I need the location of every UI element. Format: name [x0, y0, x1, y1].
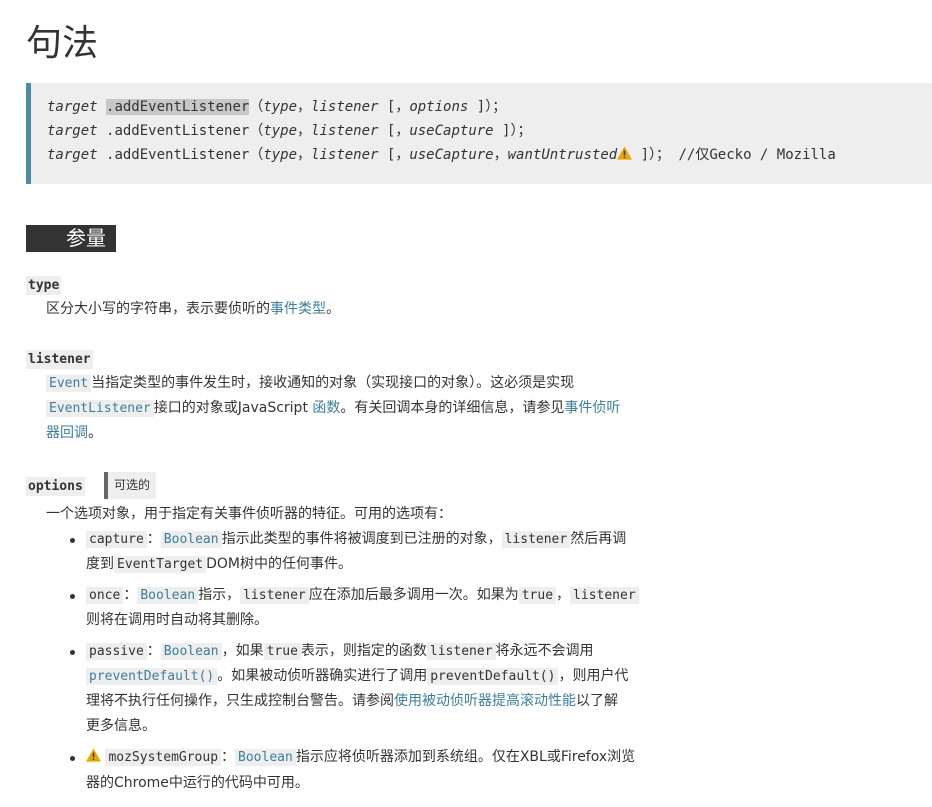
type-description: 区分大小写的字符串，表示要侦听的事件类型。	[46, 301, 340, 317]
event-types-link[interactable]: 事件类型	[270, 301, 326, 317]
method-highlight: .addEventListener	[106, 99, 250, 115]
option-capture: capture： Boolean 指示此类型的事件将被调度到已注册的对象， liste…	[68, 527, 698, 577]
boolean-link[interactable]: Boolean	[160, 531, 222, 548]
option-once: once： Boolean 指示， listener 应在添加后最多调用一次。如果为 tr…	[68, 583, 698, 633]
params-heading: 参量	[26, 225, 116, 252]
options-intro: 一个选项对象，用于指定有关事件侦听器的特征。可用的选项有：	[46, 506, 452, 522]
event-link[interactable]: Event	[46, 375, 92, 392]
boolean-link[interactable]: Boolean	[160, 643, 222, 660]
syntax-box: target .addEventListener（type，listener […	[26, 83, 932, 184]
syntax-line-3: target .addEventListener（type，listener […	[47, 143, 932, 168]
listener-description: Event 当指定类型的事件发生时，接收通知的对象（实现接口的对象）。这必须是实现…	[46, 375, 621, 441]
event-listener-callback-link[interactable]: 事件侦听	[564, 400, 620, 416]
event-listener-callback-link-cont[interactable]: 器回调	[46, 425, 88, 441]
optional-badge: 可选的	[104, 472, 157, 499]
option-passive: passive： Boolean ，如果 true 表示，则指定的函数 listener 将…	[68, 639, 698, 739]
boolean-link[interactable]: Boolean	[235, 749, 296, 766]
warning-icon[interactable]	[86, 746, 101, 771]
term-options: options	[26, 477, 85, 496]
preventdefault-link[interactable]: preventDefault()	[86, 668, 218, 685]
option-mozsystemgroup: mozSystemGroup： Boolean 指示应将侦听器添加到系统组。仅在XB…	[68, 745, 698, 796]
term-listener: listener	[26, 350, 93, 369]
page-heading: 句法	[26, 23, 99, 64]
term-type: type	[26, 276, 62, 295]
boolean-link[interactable]: Boolean	[137, 587, 199, 604]
eventlistener-link[interactable]: EventListener	[46, 400, 154, 417]
function-link[interactable]: 函数	[312, 400, 340, 416]
syntax-line-2: target .addEventListener（type，listener […	[47, 123, 532, 139]
warning-icon[interactable]	[617, 144, 633, 168]
syntax-line-1: target .addEventListener（type，listener […	[47, 99, 507, 115]
options-list: capture： Boolean 指示此类型的事件将被调度到已注册的对象， liste…	[68, 527, 698, 802]
passive-listeners-link[interactable]: 使用被动侦听器提高滚动性能	[394, 693, 576, 709]
